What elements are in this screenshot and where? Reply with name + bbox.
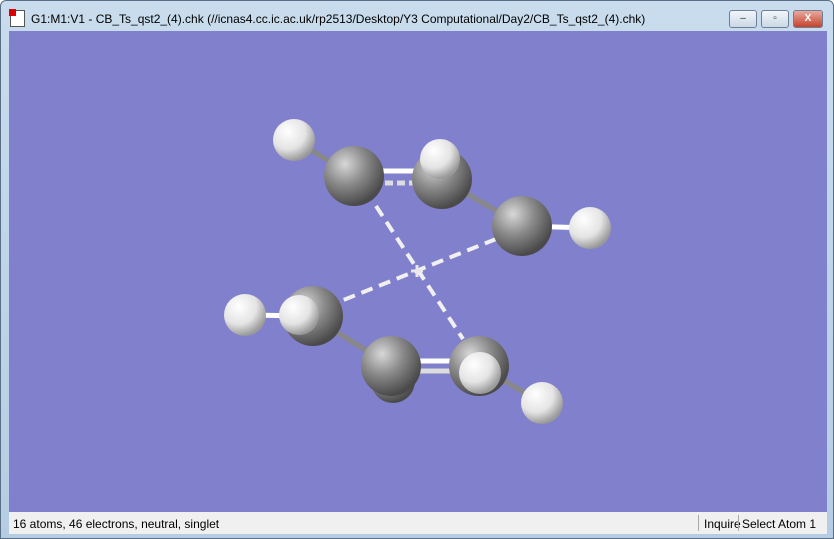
carbon-atom[interactable] xyxy=(324,146,384,206)
hydrogen-atom[interactable] xyxy=(273,119,315,161)
hydrogen-atom[interactable] xyxy=(420,139,460,179)
action-indicator: Select Atom 1 xyxy=(742,517,817,531)
divider xyxy=(698,515,699,531)
hydrogen-atom[interactable] xyxy=(569,207,611,249)
hydrogen-atom[interactable] xyxy=(224,294,266,336)
molecule-viewport[interactable] xyxy=(9,31,827,512)
minimize-button[interactable]: – xyxy=(729,10,757,28)
title-bar[interactable]: G1:M1:V1 - CB_Ts_qst2_(4).chk (//icnas4.… xyxy=(1,1,833,31)
gaussview-window: G1:M1:V1 - CB_Ts_qst2_(4).chk (//icnas4.… xyxy=(0,0,834,539)
hydrogen-atom[interactable] xyxy=(521,382,563,424)
carbon-atom[interactable] xyxy=(492,196,552,256)
divider xyxy=(738,515,739,531)
maximize-button[interactable]: ▫ xyxy=(761,10,789,28)
close-button[interactable]: X xyxy=(793,10,823,28)
app-icon xyxy=(9,9,25,27)
hydrogen-atom[interactable] xyxy=(459,352,501,394)
status-bar: 16 atoms, 46 electrons, neutral, singlet… xyxy=(9,512,827,534)
carbon-atom[interactable] xyxy=(361,336,421,396)
molecule-info: 16 atoms, 46 electrons, neutral, singlet xyxy=(13,517,220,531)
mode-indicator: Inquire xyxy=(704,517,741,531)
window-title: G1:M1:V1 - CB_Ts_qst2_(4).chk (//icnas4.… xyxy=(31,12,646,26)
molecule-view[interactable] xyxy=(9,31,827,512)
hydrogen-atom[interactable] xyxy=(279,295,319,335)
